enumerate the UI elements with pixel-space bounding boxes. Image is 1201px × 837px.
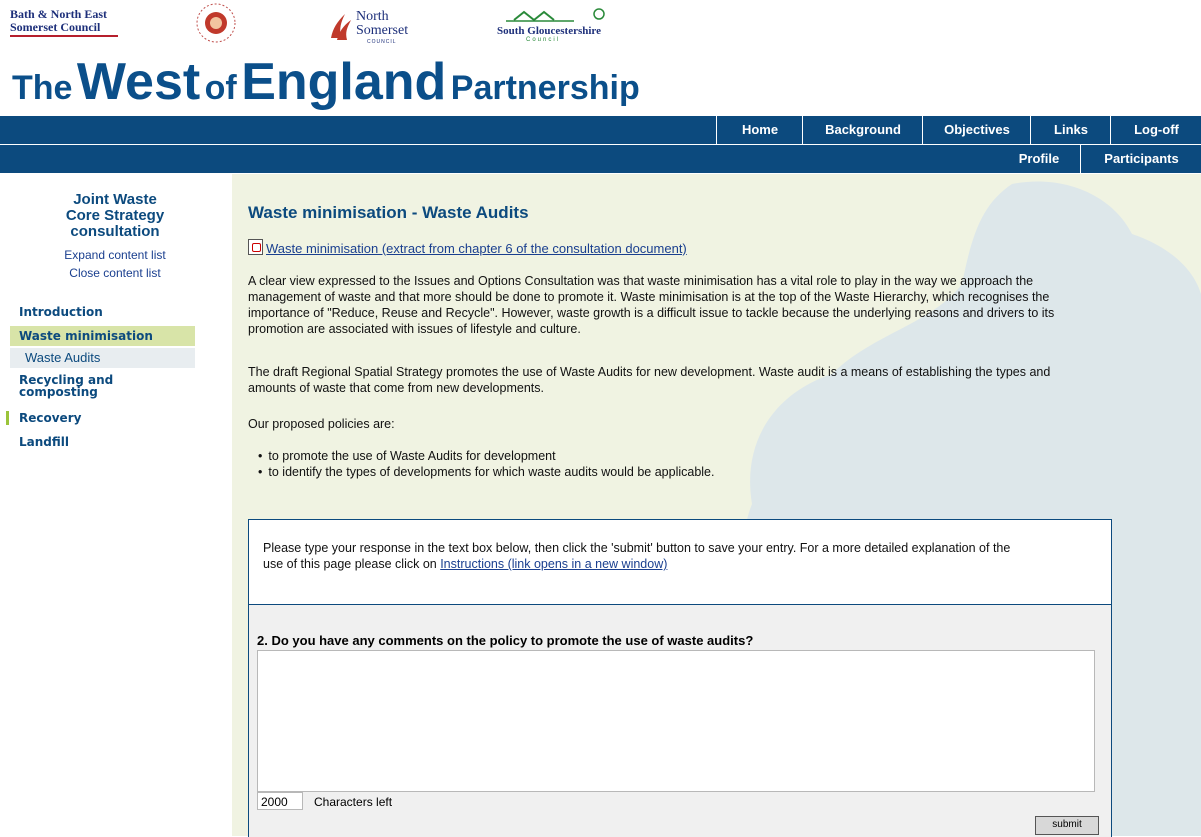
form-intro: Please type your response in the text bo… xyxy=(263,540,1023,572)
site-title: The West of England Partnership xyxy=(12,52,640,125)
sidebar-item-introduction[interactable]: Introduction xyxy=(10,305,204,321)
partner-logos: Bath & North East Somerset Council North… xyxy=(0,0,1201,50)
title-england: England xyxy=(241,53,447,111)
chars-left-field: 2000 xyxy=(257,792,303,810)
north-somerset-sub: COUNCIL xyxy=(367,39,397,45)
south-glos-sub: Council xyxy=(526,37,561,43)
south-glos-text: South Gloucestershire xyxy=(497,25,601,37)
nav-links[interactable]: Links xyxy=(1030,116,1111,144)
nav-participants[interactable]: Participants xyxy=(1080,145,1201,173)
nav-objectives[interactable]: Objectives xyxy=(922,116,1031,144)
intro-paragraph: A clear view expressed to the Issues and… xyxy=(248,274,1055,336)
pdf-link-text[interactable]: Waste minimisation (extract from chapter… xyxy=(266,241,687,256)
sidebar-item-recovery[interactable]: Recovery xyxy=(10,411,204,425)
nav-background[interactable]: Background xyxy=(802,116,923,144)
north-somerset-line2: Somerset xyxy=(356,23,409,38)
nav-home[interactable]: Home xyxy=(716,116,803,144)
title-the: The xyxy=(12,69,73,107)
expand-content-link[interactable]: Expand content list xyxy=(40,248,190,262)
bnes-council-logo: Bath & North East Somerset Council xyxy=(10,8,118,37)
sidebar-title-line2: Core Strategy xyxy=(65,207,165,224)
pdf-document-link[interactable]: Waste minimisation (extract from chapter… xyxy=(248,239,687,256)
sidebar-item-waste-minimisation[interactable]: Waste minimisation xyxy=(10,326,195,346)
sidebar-item-recycling[interactable]: Recycling and composting xyxy=(10,374,139,398)
sidebar-title-line1: Joint Waste xyxy=(73,191,157,208)
nav-profile[interactable]: Profile xyxy=(998,145,1080,173)
response-textarea[interactable] xyxy=(257,650,1095,792)
primary-nav: Home Background Objectives Links Log-off xyxy=(0,116,1201,144)
recovery-marker xyxy=(6,411,9,425)
sidebar-title-line3: consultation xyxy=(70,223,160,240)
sidebar-item-landfill[interactable]: Landfill xyxy=(10,435,204,449)
list-item: to promote the use of Waste Audits for d… xyxy=(258,448,714,464)
list-item: to identify the types of developments fo… xyxy=(258,464,714,480)
instructions-link[interactable]: Instructions (link opens in a new window… xyxy=(440,557,667,571)
submit-button[interactable]: submit xyxy=(1035,816,1099,835)
chars-left-label: Characters left xyxy=(314,795,393,809)
close-content-link[interactable]: Close content list xyxy=(40,266,190,280)
south-glos-logo: South Gloucestershire Council xyxy=(496,6,631,43)
sidebar-title: Joint Waste Core Strategy consultation xyxy=(40,192,190,240)
north-somerset-line1: North xyxy=(356,9,389,24)
title-partnership: Partnership xyxy=(450,69,640,107)
rss-paragraph: The draft Regional Spatial Strategy prom… xyxy=(248,365,1051,395)
policies-heading: Our proposed policies are: xyxy=(248,417,395,431)
bristol-council-logo xyxy=(196,3,236,43)
title-west: West xyxy=(76,53,201,111)
title-of: of xyxy=(204,69,237,107)
form-instructions-panel: Please type your response in the text bo… xyxy=(249,520,1111,605)
sidebar-item-waste-audits[interactable]: Waste Audits xyxy=(10,348,195,368)
policy-list: to promote the use of Waste Audits for d… xyxy=(258,448,714,480)
response-form: Please type your response in the text bo… xyxy=(248,519,1112,837)
nav-logoff[interactable]: Log-off xyxy=(1110,116,1201,144)
pdf-icon xyxy=(248,239,263,255)
secondary-nav: Profile Participants xyxy=(0,145,1201,173)
page-title: Waste minimisation - Waste Audits xyxy=(248,203,529,222)
bnes-logo-line2: Somerset Council xyxy=(10,20,101,34)
question-label: 2. Do you have any comments on the polic… xyxy=(257,633,754,648)
